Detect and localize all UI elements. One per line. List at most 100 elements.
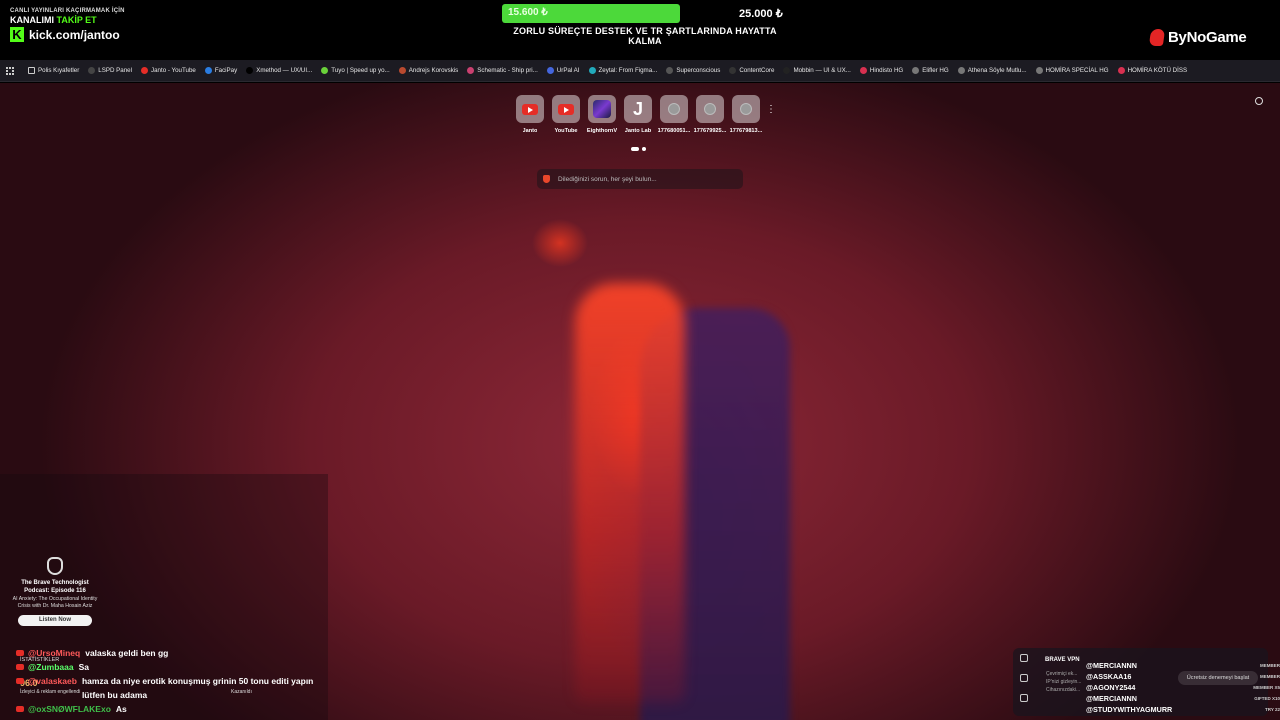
- top-site-label: Janto Lab: [624, 128, 652, 134]
- top-site-tile[interactable]: J: [624, 95, 652, 123]
- vpn-line1: Çevrimiçi ek...: [1046, 671, 1078, 677]
- bookmark-label: UrPal AI: [556, 67, 580, 74]
- top-site-tile[interactable]: [588, 95, 616, 123]
- bookmark-item[interactable]: FaciPay: [204, 67, 237, 74]
- top-sites-pager: [631, 147, 649, 151]
- app-icon: [859, 67, 867, 74]
- youtube-icon: [16, 650, 24, 656]
- promo-title: The Brave Technologist Podcast: Episode …: [21, 580, 89, 594]
- chat-username: @oxSNØWFLAKExo: [28, 704, 111, 714]
- settings-gear-icon[interactable]: [1255, 97, 1263, 105]
- globe-icon: [740, 103, 752, 115]
- top-site-tile[interactable]: [660, 95, 688, 123]
- top-site-6[interactable]: 177679925...: [692, 95, 728, 134]
- more-options-icon[interactable]: ⋮: [766, 95, 776, 123]
- bookmark-label: Andrejs Korovskis: [408, 67, 459, 74]
- kick-logo-icon: K: [10, 27, 24, 42]
- top-site-label: YouTube: [554, 128, 578, 134]
- vpn-settings-icon[interactable]: [1020, 654, 1028, 662]
- member-alert-row: @ASSKAA16 MEMBER: [1086, 671, 1280, 682]
- top-site-1[interactable]: Janto: [512, 95, 548, 134]
- youtube-icon: [522, 103, 538, 115]
- chat-message: @Zumbaaa Sa: [16, 660, 336, 674]
- app-icon: [204, 67, 212, 74]
- promo-subtitle: AI Anxiety: The Occupational Identity Cr…: [12, 596, 98, 609]
- bookmark-item[interactable]: Janto - YouTube: [141, 67, 196, 74]
- chat-message: @UrsoMineq valaska geldi ben gg: [16, 646, 336, 660]
- vpn-side-icons: [1020, 654, 1030, 714]
- bookmark-label: Hindisto HG: [869, 67, 904, 74]
- bookmarks-bar: Polis Kıyafetler LSPD Panel Janto - YouTub…: [0, 60, 1280, 82]
- member-tag: GIFTED X10: [1254, 696, 1280, 701]
- bookmark-label: ContentCore: [739, 67, 775, 74]
- bookmark-item[interactable]: Andrejs Korovskis: [398, 67, 459, 74]
- kick-url-row: K kick.com/jantoo: [10, 27, 160, 42]
- bookmark-item[interactable]: Schematic - Ship pri...: [467, 67, 538, 74]
- youtube-icon: [16, 664, 24, 670]
- bookmark-item[interactable]: UrPal AI: [546, 67, 580, 74]
- top-site-tile[interactable]: [732, 95, 760, 123]
- top-site-tile[interactable]: [552, 95, 580, 123]
- member-alert-row: @STUDYWITHYAGMURR TRY 22: [1086, 704, 1280, 715]
- donation-current: 15.600 ₺: [508, 7, 548, 18]
- chat-username: @Zumbaaa: [28, 662, 74, 672]
- top-site-tile[interactable]: [696, 95, 724, 123]
- vpn-alert-icon[interactable]: [1020, 674, 1028, 682]
- member-name: @MERCIANNN: [1086, 661, 1137, 670]
- youtube-icon: [16, 678, 24, 684]
- globe-icon: [704, 103, 716, 115]
- bookmark-item[interactable]: Zeytal: From Figma...: [588, 67, 658, 74]
- top-site-label: 177679813...: [729, 128, 763, 134]
- top-site-3[interactable]: EighthornV: [584, 95, 620, 134]
- top-site-4[interactable]: J Janto Lab: [620, 95, 656, 134]
- donation-caption: ZORLU SÜREÇTE DESTEK VE TR ŞARTLARINDA H…: [513, 26, 777, 46]
- chat-overlay: @UrsoMineq valaska geldi ben gg @Zumbaaa Sa…: [16, 646, 336, 716]
- vpn-line2: IP'nizi gizleyin...: [1046, 679, 1082, 685]
- vpn-line3: Cihazınızdaki...: [1046, 687, 1081, 693]
- vpn-title: BRAVE VPN: [1045, 657, 1080, 663]
- top-site-label: 177679925...: [693, 128, 727, 134]
- bookmark-item[interactable]: ContentCore: [729, 67, 774, 74]
- pager-dot[interactable]: [642, 147, 646, 151]
- chat-text: hamza da niye erotik konuşmuş grinin 50 …: [81, 676, 314, 700]
- globe-icon: [668, 103, 680, 115]
- app-icon: [546, 67, 554, 74]
- bookmark-item[interactable]: Mobbin — UI & UX...: [783, 67, 851, 74]
- bookmark-item[interactable]: Hindisto HG: [859, 67, 904, 74]
- bookmark-item[interactable]: HOMİRA KÖTÜ DİSS: [1117, 67, 1187, 74]
- bookmark-label: Janto - YouTube: [151, 67, 196, 74]
- bynogame-icon: [1148, 29, 1166, 46]
- x-icon: [246, 67, 254, 74]
- bookmark-label: Zeytal: From Figma...: [598, 67, 658, 74]
- app-icon: [588, 67, 596, 74]
- member-name: @AGONY2544: [1086, 683, 1136, 692]
- kick-promo: CANLI YAYINLARI KAÇIRMAMAK İÇİN KANALIMI…: [10, 8, 160, 42]
- top-site-tile[interactable]: [516, 95, 544, 123]
- bookmark-item[interactable]: Elifler HG: [912, 67, 949, 74]
- top-site-2[interactable]: YouTube: [548, 95, 584, 134]
- screen: CANLI YAYINLARI KAÇIRMAMAK İÇİN KANALIMI…: [0, 0, 1280, 720]
- top-site-5[interactable]: 177680051...: [656, 95, 692, 134]
- background-figure-glow: [575, 283, 685, 703]
- bookmark-item[interactable]: LSPD Panel: [88, 67, 132, 74]
- youtube-icon: [558, 103, 574, 115]
- bookmark-item[interactable]: Xmethod — UX/UI...: [246, 67, 312, 74]
- bookmark-item[interactable]: Athena Söyle Mutlu...: [957, 67, 1027, 74]
- member-tag: TRY 22: [1264, 707, 1280, 712]
- top-site-label: 177680051...: [657, 128, 691, 134]
- bookmark-item[interactable]: HOMİRA SPECİAL HG: [1035, 67, 1109, 74]
- bookmark-item[interactable]: Polis Kıyafetler: [28, 67, 79, 74]
- bookmark-item[interactable]: Superconscious: [666, 67, 720, 74]
- bookmark-item[interactable]: Tuyo | Speed up yo...: [321, 67, 390, 74]
- search-placeholder: Dilediğinizi sorun, her şeyi bulun...: [558, 175, 657, 183]
- member-alert-row: @MERCIANNN GIFTED X10: [1086, 693, 1280, 704]
- kick-follow-text: TAKİP ET: [56, 15, 97, 25]
- vpn-window-icon[interactable]: [1020, 694, 1028, 702]
- pager-dot-active[interactable]: [631, 147, 639, 151]
- search-box[interactable]: Dilediğinizi sorun, her şeyi bulun...: [537, 169, 743, 189]
- apps-grid-icon[interactable]: [6, 66, 14, 75]
- bookmark-label: HOMİRA SPECİAL HG: [1045, 67, 1109, 74]
- top-site-7[interactable]: 177679813...: [728, 95, 764, 134]
- listen-now-button[interactable]: Listen Now: [18, 615, 92, 626]
- sponsor-logo: ByNoGame: [1148, 29, 1247, 46]
